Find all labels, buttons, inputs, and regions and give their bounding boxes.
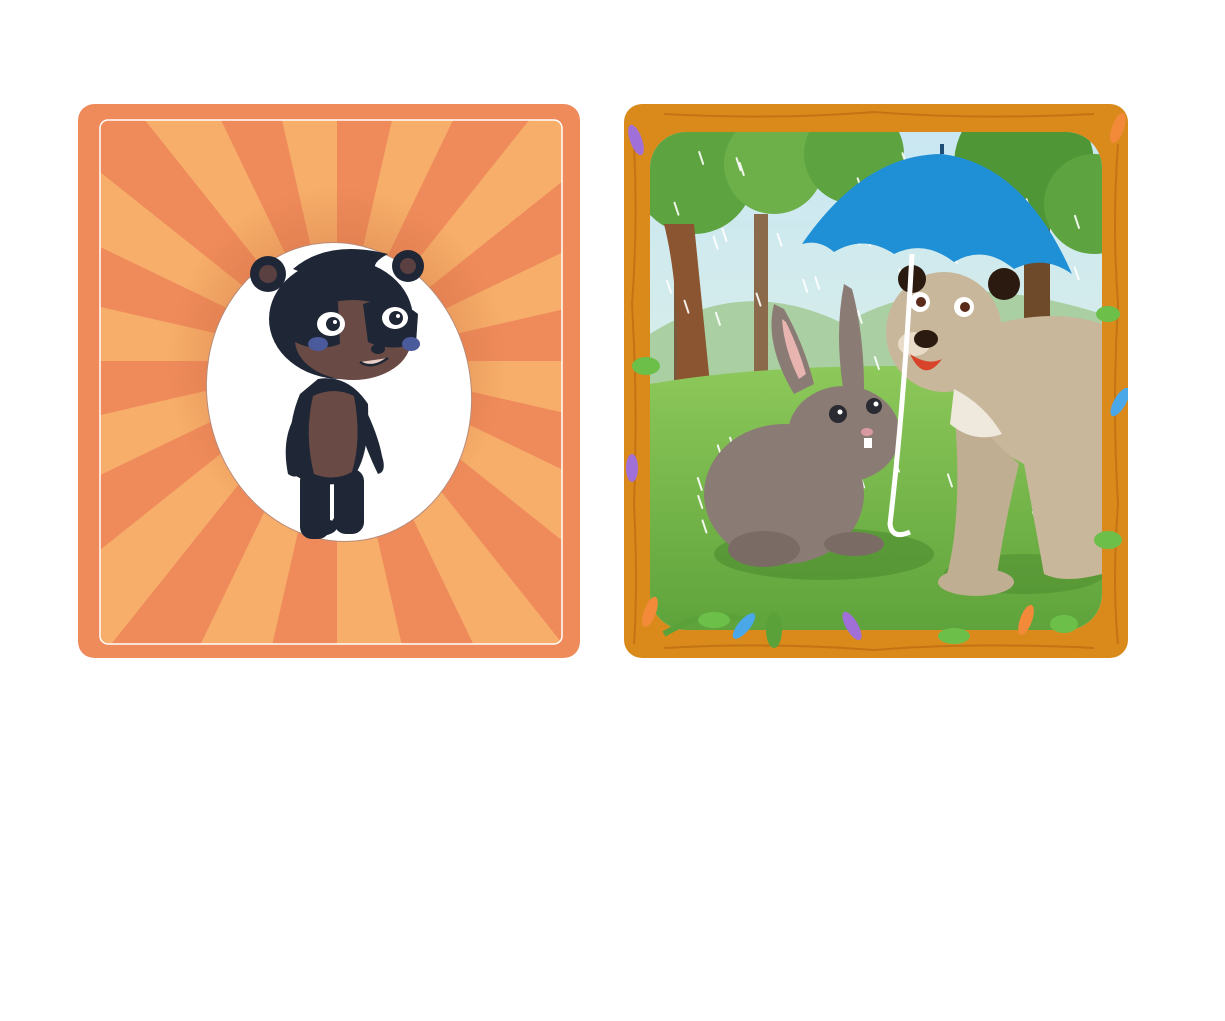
- scene-card[interactable]: [624, 104, 1128, 658]
- scene-card-art: [624, 104, 1128, 658]
- character-card-art: [78, 104, 580, 658]
- forest-scene: [650, 132, 1102, 630]
- character-card[interactable]: [78, 104, 580, 658]
